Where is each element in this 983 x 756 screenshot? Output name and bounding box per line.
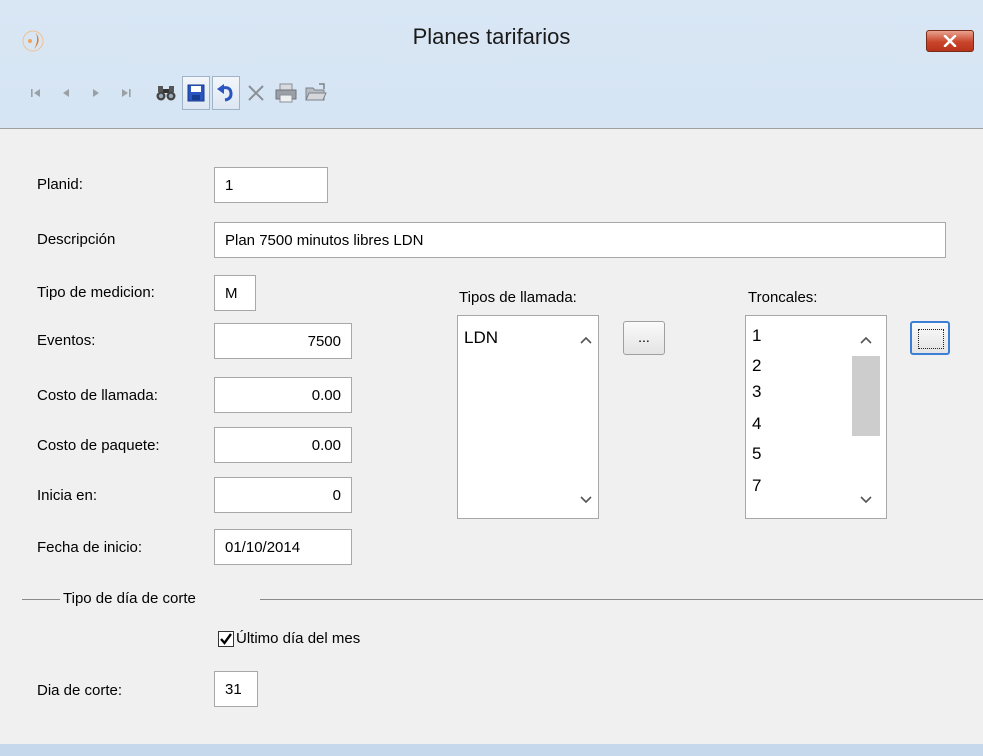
scroll-up-icon[interactable] [580,336,592,344]
save-icon [187,84,205,102]
checkmark-icon [220,633,232,645]
print-button[interactable] [272,76,300,110]
list-item[interactable]: 5 [752,444,761,464]
dia-corte-label: Dia de corte: [37,682,123,699]
last-record-button[interactable] [112,76,140,110]
ultimo-dia-label[interactable]: Último día del mes [236,630,360,647]
title-bar: Planes tarifarios [0,0,983,80]
binoculars-icon [156,86,176,101]
scroll-thumb[interactable] [852,356,880,436]
costo-paquete-label: Costo de paquete: [37,437,160,454]
window-bottom-frame [0,744,983,756]
troncales-list[interactable]: 1 2 3 4 5 7 [745,315,887,519]
tipos-llamada-scrollbar[interactable] [574,316,596,518]
save-button[interactable] [182,76,210,110]
troncales-browse-button[interactable] [910,321,950,355]
scroll-down-icon[interactable] [860,496,872,504]
list-item[interactable]: 3 [752,382,761,402]
previous-record-button[interactable] [52,76,80,110]
troncales-label: Troncales: [748,289,818,306]
previous-record-icon [63,89,69,97]
first-record-icon [31,89,40,97]
tipo-medicion-label: Tipo de medicion: [37,284,155,301]
scroll-up-icon[interactable] [860,336,872,344]
descripcion-label: Descripción [37,231,116,248]
last-record-icon [122,89,131,97]
list-item[interactable]: 1 [752,326,761,346]
undo-icon [217,84,233,102]
fecha-inicio-label: Fecha de inicio: [37,539,143,556]
scroll-down-icon[interactable] [580,496,592,504]
inicia-en-field[interactable]: 0 [214,477,352,513]
costo-llamada-field[interactable]: 0.00 [214,377,352,413]
focus-rect [918,329,944,349]
inicia-en-label: Inicia en: [37,487,98,504]
fecha-inicio-field[interactable]: 01/10/2014 [214,529,352,565]
next-record-button[interactable] [82,76,110,110]
delete-button[interactable] [242,76,270,110]
descripcion-field[interactable]: Plan 7500 minutos libres LDN [214,222,946,258]
next-record-icon [93,89,99,97]
open-folder-icon [305,83,327,101]
tipos-llamada-label: Tipos de llamada: [459,289,577,306]
corte-group-label: Tipo de día de corte [63,590,196,607]
close-icon [943,35,957,47]
form-panel: Planid: 1 Descripción Plan 7500 minutos … [0,128,983,745]
costo-llamada-label: Costo de llamada: [37,387,158,404]
window-title: Planes tarifarios [412,24,571,49]
undo-button[interactable] [212,76,240,110]
troncales-scrollbar[interactable] [850,316,884,518]
eventos-label: Eventos: [37,332,96,349]
tipos-llamada-list[interactable]: LDN [457,315,599,519]
list-item[interactable]: 4 [752,414,761,434]
planid-field[interactable]: 1 [214,167,328,203]
dia-corte-field[interactable]: 31 [214,671,258,707]
ultimo-dia-checkbox[interactable] [218,631,234,647]
search-button[interactable] [152,76,180,110]
costo-paquete-field[interactable]: 0.00 [214,427,352,463]
group-line-left [22,599,60,600]
close-button[interactable] [926,30,974,52]
open-button[interactable] [302,76,330,110]
tipos-llamada-browse-button[interactable]: ... [623,321,665,355]
list-item[interactable]: 7 [752,476,761,496]
list-item[interactable]: 2 [752,356,761,376]
list-item[interactable]: LDN [464,328,498,348]
delete-icon [248,85,264,101]
print-icon [275,83,297,103]
tipo-medicion-field[interactable]: M [214,275,256,311]
planid-label: Planid: [37,176,83,193]
eventos-field[interactable]: 7500 [214,323,352,359]
window: Planes tarifarios Planid: 1 Descripción … [0,0,983,756]
first-record-button[interactable] [22,76,50,110]
group-line-right [260,599,983,600]
